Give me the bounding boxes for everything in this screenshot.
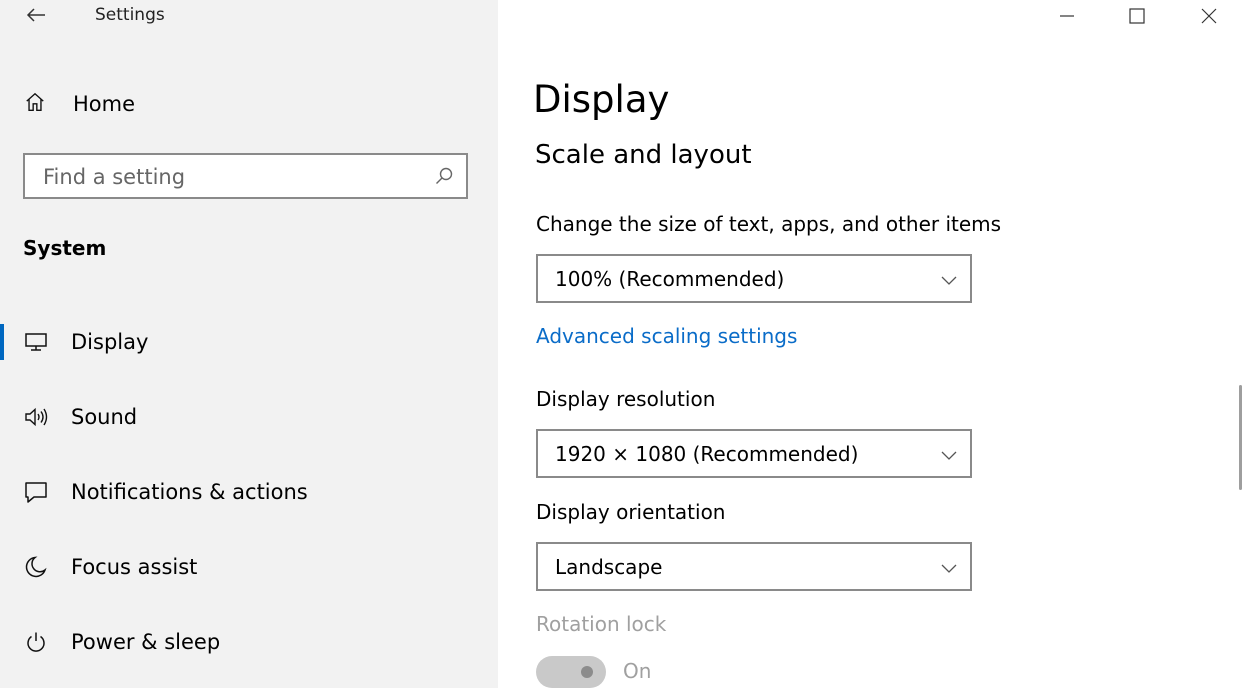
sidebar-item-label: Power & sleep: [71, 630, 221, 654]
moon-icon: [24, 555, 48, 579]
home-link[interactable]: Home: [24, 88, 135, 120]
resolution-dropdown[interactable]: 1920 × 1080 (Recommended): [536, 429, 972, 478]
search-input[interactable]: [41, 155, 425, 199]
chevron-down-icon: [940, 271, 958, 289]
section-title: Scale and layout: [535, 140, 752, 170]
monitor-icon: [24, 330, 48, 354]
section-heading: System: [23, 236, 107, 260]
chevron-down-icon: [940, 446, 958, 464]
sidebar-item-notifications[interactable]: Notifications & actions: [0, 470, 498, 514]
search-box[interactable]: [23, 153, 468, 199]
speaker-icon: [24, 405, 48, 429]
sidebar-item-sound[interactable]: Sound: [0, 395, 498, 439]
minimize-button[interactable]: [1044, 0, 1090, 32]
sidebar-item-display[interactable]: Display: [0, 320, 498, 364]
sidebar-item-label: Display: [71, 330, 149, 354]
orientation-value: Landscape: [555, 555, 663, 579]
orientation-label: Display orientation: [536, 500, 726, 524]
rotation-lock-toggle[interactable]: [536, 656, 606, 688]
maximize-button[interactable]: [1114, 0, 1160, 32]
notification-icon: [24, 480, 48, 504]
scrollbar-thumb[interactable]: [1239, 385, 1242, 490]
resolution-value: 1920 × 1080 (Recommended): [555, 442, 859, 466]
back-arrow-icon[interactable]: [24, 3, 48, 27]
resolution-label: Display resolution: [536, 387, 716, 411]
close-button[interactable]: [1186, 0, 1232, 32]
advanced-scaling-link[interactable]: Advanced scaling settings: [536, 324, 797, 348]
app-title: Settings: [95, 5, 165, 25]
search-icon[interactable]: [434, 166, 454, 186]
sidebar-item-power-sleep[interactable]: Power & sleep: [0, 620, 498, 664]
orientation-dropdown[interactable]: Landscape: [536, 542, 972, 591]
power-icon: [24, 630, 48, 654]
rotation-lock-label: Rotation lock: [536, 612, 667, 636]
sidebar-item-label: Focus assist: [71, 555, 198, 579]
scale-value: 100% (Recommended): [555, 267, 785, 291]
sidebar-item-label: Notifications & actions: [71, 480, 308, 504]
chevron-down-icon: [940, 559, 958, 577]
toggle-knob: [581, 666, 593, 678]
sidebar-item-focus-assist[interactable]: Focus assist: [0, 545, 498, 589]
scale-dropdown[interactable]: 100% (Recommended): [536, 254, 972, 303]
scale-label: Change the size of text, apps, and other…: [536, 212, 1002, 236]
sidebar-item-label: Sound: [71, 405, 138, 429]
rotation-lock-state: On: [623, 659, 652, 683]
home-label: Home: [73, 92, 136, 116]
sidebar: Settings Home System Display Sound Notif…: [0, 0, 498, 688]
home-icon: [24, 91, 46, 117]
page-title: Display: [533, 78, 670, 121]
